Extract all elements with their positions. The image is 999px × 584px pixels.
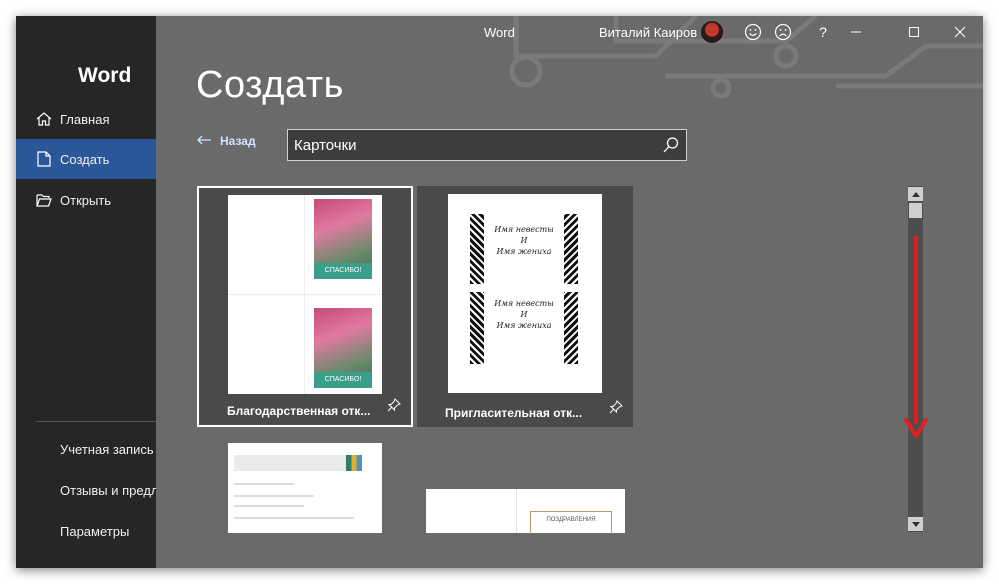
close-icon[interactable] bbox=[948, 20, 972, 44]
sidebar-item-feedback[interactable]: Отзывы и предло bbox=[60, 483, 156, 498]
scroll-down-icon[interactable] bbox=[908, 517, 923, 531]
sidebar-item-new[interactable]: Создать bbox=[16, 139, 156, 179]
new-document-icon bbox=[35, 150, 53, 168]
sidebar-divider bbox=[36, 421, 156, 422]
thumb-line: Имя жениха bbox=[496, 321, 552, 330]
template-tile-congrats[interactable]: ПОЗДРАВЛЕНИЯ bbox=[426, 489, 625, 534]
template-tile-letter[interactable] bbox=[228, 443, 382, 533]
window-title: Word bbox=[484, 25, 515, 40]
thumb-caption: СПАСИБО! bbox=[314, 372, 372, 388]
template-title: Пригласительная отк... bbox=[445, 406, 583, 420]
search-box bbox=[287, 129, 687, 161]
thumb-line: И bbox=[520, 310, 528, 319]
maximize-icon[interactable] bbox=[902, 20, 926, 44]
avatar[interactable] bbox=[701, 21, 723, 43]
sidebar-item-account[interactable]: Учетная запись bbox=[60, 442, 156, 457]
sidebar-item-label: Создать bbox=[60, 151, 110, 167]
sidebar-item-options[interactable]: Параметры bbox=[60, 524, 156, 539]
scroll-thumb[interactable] bbox=[909, 203, 922, 218]
annotation-arrow-down-icon bbox=[904, 236, 928, 438]
pin-icon[interactable] bbox=[387, 398, 401, 417]
app-logo: Word bbox=[78, 64, 132, 87]
user-name[interactable]: Виталий Каиров bbox=[599, 25, 697, 40]
home-icon bbox=[35, 110, 53, 128]
back-label: Назад bbox=[220, 134, 256, 148]
template-tile-invitation[interactable]: Имя невесты И Имя жениха Имя невесты И И… bbox=[417, 186, 633, 427]
sidebar-item-open[interactable]: Открыть bbox=[16, 180, 156, 220]
thumb-line: Имя невесты bbox=[494, 225, 554, 234]
thumb-line: Имя невесты bbox=[494, 299, 554, 308]
open-folder-icon bbox=[35, 191, 53, 209]
main-area: Word Виталий Каиров ? Создать Назад Карт… bbox=[156, 16, 983, 568]
scroll-up-icon[interactable] bbox=[908, 187, 923, 201]
minimize-icon[interactable] bbox=[844, 20, 868, 44]
frown-feedback-icon[interactable] bbox=[771, 20, 795, 44]
sidebar-item-label: Открыть bbox=[60, 192, 112, 208]
thumb-line: И bbox=[520, 236, 528, 245]
help-icon[interactable]: ? bbox=[811, 20, 835, 44]
sidebar-item-home[interactable]: Главная bbox=[16, 99, 156, 139]
search-input[interactable] bbox=[288, 130, 654, 160]
word-window: Word Главная Создать Открыть Учетная зап… bbox=[16, 16, 983, 568]
page-title: Создать bbox=[196, 64, 344, 106]
template-tile-thanks[interactable]: СПАСИБО! СПАСИБО! Благодарственная отк..… bbox=[197, 186, 413, 427]
thumb-caption: СПАСИБО! bbox=[314, 263, 372, 279]
thumb-line: Имя жениха bbox=[496, 247, 552, 256]
thumb-caption: ПОЗДРАВЛЕНИЯ bbox=[530, 511, 612, 534]
title-bar: Word Виталий Каиров ? bbox=[156, 16, 983, 48]
backstage-sidebar: Word Главная Создать Открыть Учетная зап… bbox=[16, 16, 156, 568]
pin-icon[interactable] bbox=[609, 400, 623, 419]
back-button[interactable]: Назад bbox=[196, 134, 256, 148]
smile-feedback-icon[interactable] bbox=[741, 20, 765, 44]
sidebar-item-label: Главная bbox=[60, 111, 110, 127]
template-thumbnail: Имя невесты И Имя жениха Имя невесты И И… bbox=[448, 194, 602, 393]
search-icon[interactable] bbox=[662, 136, 680, 159]
template-title: Благодарственная отк... bbox=[227, 404, 371, 418]
template-thumbnail: СПАСИБО! СПАСИБО! bbox=[228, 195, 382, 394]
arrow-left-icon bbox=[196, 134, 212, 148]
